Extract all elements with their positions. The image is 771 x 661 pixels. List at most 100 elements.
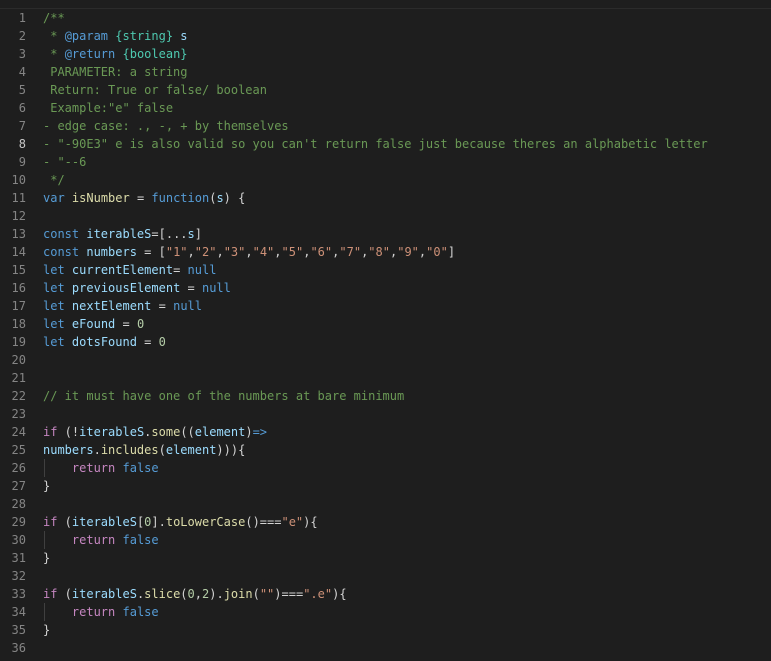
code-token: iterableS [71, 515, 137, 529]
line-number: 7 [18, 119, 26, 133]
code-token: numbers [43, 443, 94, 457]
code-line[interactable]: 8 - "-90E3" e is also valid so you can't … [0, 135, 771, 153]
code-line[interactable]: 15 let currentElement= null [0, 261, 771, 279]
line-number: 14 [11, 245, 26, 259]
code-token: =[... [151, 227, 188, 241]
code-line[interactable]: 32 [0, 567, 771, 585]
code-token: null [187, 263, 217, 277]
code-token: eFound [71, 317, 116, 331]
line-text: */ [43, 171, 64, 189]
line-number: 19 [11, 335, 26, 349]
line-text: const numbers = ["1","2","3","4","5","6"… [43, 243, 455, 261]
code-line[interactable]: 3 * @return {boolean} [0, 45, 771, 63]
line-number: 21 [11, 371, 26, 385]
code-token: if [43, 515, 58, 529]
code-editor[interactable]: 1/** 2 * @param {string} s3 * @return {bo… [0, 0, 771, 661]
code-token: currentElement [71, 263, 174, 277]
code-line[interactable]: 1 /** [0, 9, 771, 27]
line-text: Example:"e" false [43, 99, 173, 117]
code-line[interactable]: 36 [0, 639, 771, 657]
line-number: 11 [11, 191, 26, 205]
code-token: - "--6 [43, 155, 87, 169]
code-token: "6" [310, 245, 333, 259]
code-line[interactable]: 9 - "--6 [0, 153, 771, 171]
code-line[interactable]: 27} [0, 477, 771, 495]
code-line[interactable]: 4 PARAMETER: a string [0, 63, 771, 81]
code-line[interactable]: 14 const numbers = ["1","2","3","4","5","… [0, 243, 771, 261]
line-text: // it must have one of the numbers at ba… [43, 387, 404, 405]
line-number: 3 [18, 47, 26, 61]
code-line[interactable]: 16 let previousElement = null [0, 279, 771, 297]
code-line[interactable]: 13 const iterableS=[...s] [0, 225, 771, 243]
code-line[interactable]: 2 * @param {string} s [0, 27, 771, 45]
code-token: 0 [187, 587, 195, 601]
code-line[interactable]: 10 */ [0, 171, 771, 189]
code-line[interactable]: 19 let dotsFound = 0 [0, 333, 771, 351]
code-token: /** [43, 11, 65, 25]
code-line[interactable]: 5 Return: True or false/ boolean [0, 81, 771, 99]
code-line[interactable]: 35} [0, 621, 771, 639]
line-text: - "--6 [43, 153, 86, 171]
code-line[interactable]: 12 [0, 207, 771, 225]
code-token: * [43, 47, 65, 61]
code-line[interactable]: 22 // it must have one of the numbers at … [0, 387, 771, 405]
code-line[interactable]: 21 [0, 369, 771, 387]
code-line[interactable]: 23 [0, 405, 771, 423]
line-number: 29 [11, 515, 26, 529]
code-token: ( [57, 515, 72, 529]
code-line[interactable]: 6 Example:"e" false [0, 99, 771, 117]
line-text: const iterableS=[...s] [43, 225, 202, 243]
code-token: ( [158, 443, 166, 457]
code-token: "1" [165, 245, 188, 259]
code-line[interactable]: 26 return false [0, 459, 771, 477]
code-token: if [43, 587, 58, 601]
code-token: let [43, 299, 65, 313]
code-token: "5" [281, 245, 304, 259]
code-line[interactable]: 25 numbers.includes(element))){ [0, 441, 771, 459]
editor-top-bar [0, 0, 771, 9]
code-line[interactable]: 33 if (iterableS.slice(0,2).join("")===".… [0, 585, 771, 603]
code-line[interactable]: 34 return false [0, 603, 771, 621]
code-line[interactable]: 31} [0, 549, 771, 567]
code-line[interactable]: 11 var isNumber = function(s) { [0, 189, 771, 207]
code-line[interactable]: 18 let eFound = 0 [0, 315, 771, 333]
code-token: ( [57, 587, 72, 601]
line-number: 1 [18, 11, 26, 25]
line-text: return false [43, 459, 159, 477]
line-number: 23 [11, 407, 26, 421]
code-token: join [223, 587, 253, 601]
code-token: ( [180, 587, 188, 601]
code-token: return [71, 533, 116, 547]
code-line[interactable]: 17 let nextElement = null [0, 297, 771, 315]
line-text: } [43, 549, 50, 567]
code-token: * [43, 29, 65, 43]
code-line[interactable]: 28 [0, 495, 771, 513]
code-line[interactable]: 24 if (!iterableS.some((element)=> [0, 423, 771, 441]
line-number: 4 [18, 65, 26, 79]
line-text: - edge case: ., -, + by themselves [43, 117, 289, 135]
code-area[interactable]: 1/** 2 * @param {string} s3 * @return {bo… [0, 9, 771, 657]
line-number: 33 [11, 587, 26, 601]
code-token: )=== [274, 587, 304, 601]
line-number: 28 [11, 497, 26, 511]
line-text: * @return {boolean} [43, 45, 187, 63]
code-token: null [201, 281, 231, 295]
code-token: } [43, 551, 51, 565]
line-number: 31 [11, 551, 26, 565]
code-token: false [122, 605, 159, 619]
code-token: = [129, 191, 152, 205]
code-line[interactable]: 30 return false [0, 531, 771, 549]
code-line[interactable]: 29 if (iterableS[0].toLowerCase()==="e"){ [0, 513, 771, 531]
code-token: . [93, 443, 101, 457]
line-number: 15 [11, 263, 26, 277]
code-token: false [122, 533, 159, 547]
line-number: 6 [18, 101, 26, 115]
line-number: 5 [18, 83, 26, 97]
code-line[interactable]: 7 - edge case: ., -, + by themselves [0, 117, 771, 135]
code-line[interactable]: 20 [0, 351, 771, 369]
